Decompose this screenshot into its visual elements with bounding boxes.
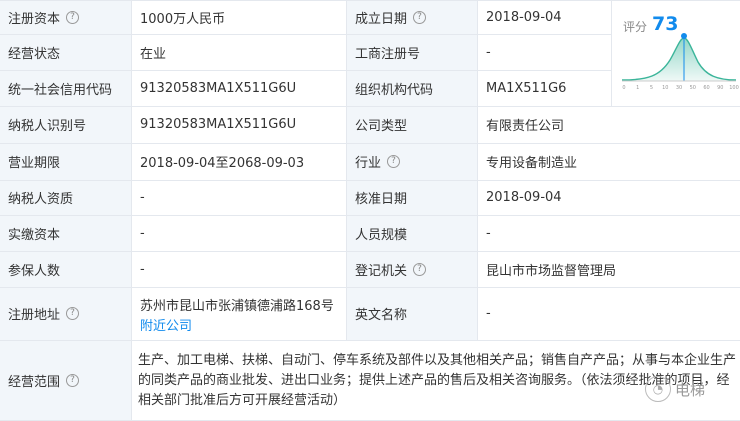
help-icon[interactable]: ? xyxy=(413,262,427,276)
label-taxpayer-qualification: 纳税人资质 xyxy=(8,192,74,207)
score-tick-label: 0 xyxy=(622,85,625,91)
label-staff-size: 人员规模 xyxy=(355,227,408,243)
value-org-code: MA1X511G6 xyxy=(486,80,567,96)
help-icon[interactable]: ? xyxy=(66,10,80,24)
value-established-date: 2018-09-04 xyxy=(486,9,562,25)
score-tick-label: 10 xyxy=(662,85,668,91)
value-credit-code: 91320583MA1X511G6U xyxy=(140,80,297,96)
label-business-scope: 经营范围? xyxy=(8,340,80,420)
label-paid-capital: 实缴资本 xyxy=(8,227,61,243)
watermark-text: 电梯 xyxy=(675,380,706,399)
label-registration-authority: 登记机关? xyxy=(355,251,427,287)
help-icon[interactable]: ? xyxy=(66,373,80,387)
value-taxpayer-id: 91320583MA1X511G6U xyxy=(140,117,297,132)
value-operating-status: 在业 xyxy=(140,46,167,62)
value-english-name: - xyxy=(486,306,491,321)
value-paid-capital: - xyxy=(140,225,145,241)
label-operating-status: 经营状态 xyxy=(8,46,61,62)
label-insured-count: 参保人数 xyxy=(8,263,61,279)
value-company-type: 有限责任公司 xyxy=(486,119,565,134)
score-marker-dot xyxy=(681,33,687,39)
help-icon[interactable]: ? xyxy=(66,307,80,320)
label-english-name: 英文名称 xyxy=(355,308,408,323)
score-tick-label: 1 xyxy=(636,85,639,91)
value-registered-address-block: 苏州市昆山市张浦镇德浦路168号 附近公司 xyxy=(140,297,334,337)
label-industry: 行业? xyxy=(355,143,401,180)
value-registered-address: 苏州市昆山市张浦镇德浦路168号 xyxy=(140,299,334,314)
score-tick-label: 30 xyxy=(676,85,682,91)
value-approval-date: 2018-09-04 xyxy=(486,190,562,205)
label-registered-address: 注册地址? xyxy=(8,287,80,340)
value-insured-count: - xyxy=(140,261,145,277)
value-staff-size: - xyxy=(486,225,491,241)
value-registration-authority: 昆山市市场监督管理局 xyxy=(486,263,617,279)
score-tick-label: 90 xyxy=(717,85,723,91)
value-taxpayer-qualification: - xyxy=(140,190,145,205)
score-distribution-chart: 0 1 5 10 30 50 60 90 100 xyxy=(621,33,739,91)
score-tick-label: 100 xyxy=(729,85,739,91)
score-tick-label: 50 xyxy=(690,85,696,91)
wechat-icon: ◔ xyxy=(645,376,671,402)
label-established-date: 成立日期? xyxy=(355,0,427,34)
value-registered-capital: 1000万人民币 xyxy=(140,11,226,27)
label-approval-date: 核准日期 xyxy=(355,192,408,207)
nearby-companies-link[interactable]: 附近公司 xyxy=(140,317,334,337)
value-registration-number: - xyxy=(486,44,491,60)
label-credit-code: 统一社会信用代码 xyxy=(8,82,113,98)
help-icon[interactable]: ? xyxy=(413,10,427,24)
label-registered-capital: 注册资本? xyxy=(8,0,80,34)
label-company-type: 公司类型 xyxy=(355,119,408,134)
value-business-term: 2018-09-04至2068-09-03 xyxy=(140,156,305,171)
label-registration-number: 工商注册号 xyxy=(355,46,421,62)
score-tick-label: 5 xyxy=(650,85,653,91)
value-industry: 专用设备制造业 xyxy=(486,156,578,171)
label-business-term: 营业期限 xyxy=(8,156,61,171)
label-org-code: 组织机构代码 xyxy=(355,82,434,98)
label-taxpayer-id: 纳税人识别号 xyxy=(8,119,87,134)
score-tick-label: 60 xyxy=(703,85,709,91)
help-icon[interactable]: ? xyxy=(387,155,401,168)
wechat-watermark: ◔ 电梯 xyxy=(645,376,705,402)
